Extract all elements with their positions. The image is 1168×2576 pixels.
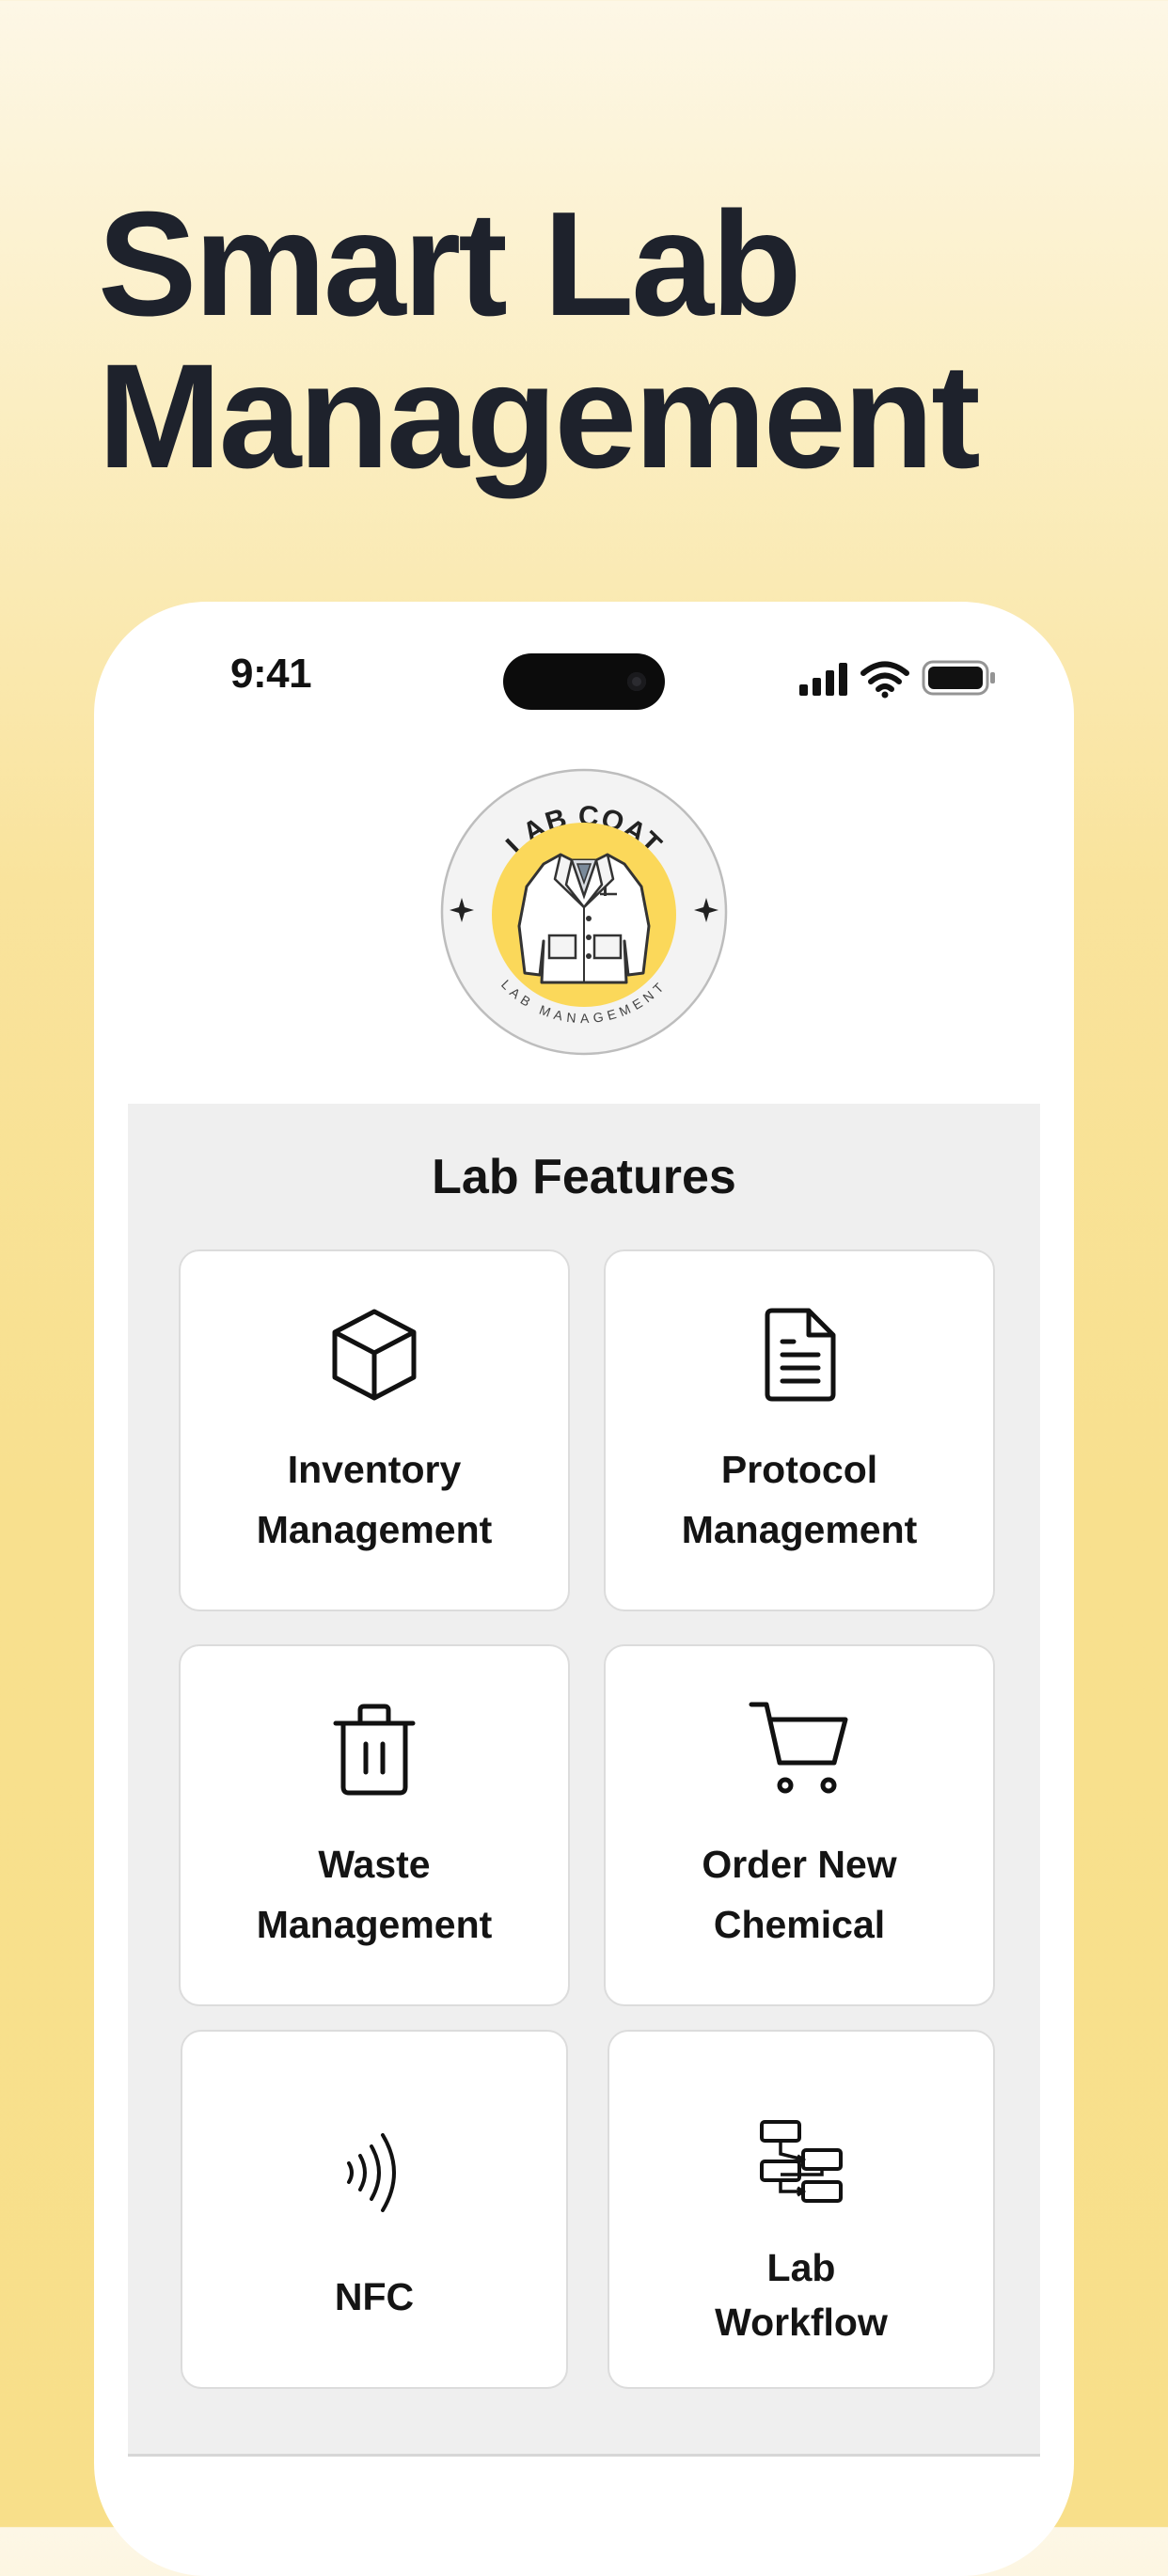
box-icon [332, 1309, 417, 1401]
workflow-icon [760, 2120, 843, 2203]
cellular-signal-icon [799, 663, 847, 696]
feature-card-lab-workflow[interactable]: Lab Workflow [608, 2030, 995, 2389]
dynamic-island [503, 653, 665, 710]
wifi-icon [860, 661, 909, 692]
feature-label: Protocol Management [681, 1448, 918, 1551]
feature-card-inventory-management[interactable]: Inventory Management [179, 1249, 570, 1611]
status-time: 9:41 [230, 651, 312, 697]
cart-icon [749, 1702, 848, 1794]
trash-icon [333, 1704, 416, 1796]
lab-features-panel: Lab Features Inventory Management Protoc… [128, 1104, 1040, 2457]
document-icon [765, 1308, 836, 1402]
feature-card-nfc[interactable]: NFC [181, 2030, 568, 2389]
camera-icon [627, 672, 646, 691]
headline-line-2: Management [98, 334, 981, 499]
feature-label: Lab Workflow [715, 2246, 888, 2344]
phone-frame: 9:41 LAB COAT LAB MANAGEMENT Lab Feature… [94, 602, 1074, 2576]
headline: Smart Lab Management [98, 181, 981, 499]
feature-card-waste-management[interactable]: Waste Management [179, 1644, 570, 2006]
feature-card-protocol-management[interactable]: Protocol Management [604, 1249, 995, 1611]
feature-label: NFC [334, 2275, 415, 2318]
feature-label: Waste Management [256, 1843, 493, 1946]
lab-features-title: Lab Features [432, 1150, 736, 1204]
lab-coat-logo: LAB COAT LAB MANAGEMENT [440, 768, 728, 1056]
feature-label: Inventory Management [256, 1448, 493, 1551]
feature-card-order-new-chemical[interactable]: Order New Chemical [604, 1644, 995, 2006]
headline-line-1: Smart Lab [98, 181, 802, 347]
feature-label: Order New Chemical [702, 1843, 897, 1946]
status-icons [799, 660, 995, 699]
battery-icon [922, 660, 995, 696]
nfc-icon [347, 2133, 396, 2212]
lab-coat-icon [517, 853, 651, 984]
